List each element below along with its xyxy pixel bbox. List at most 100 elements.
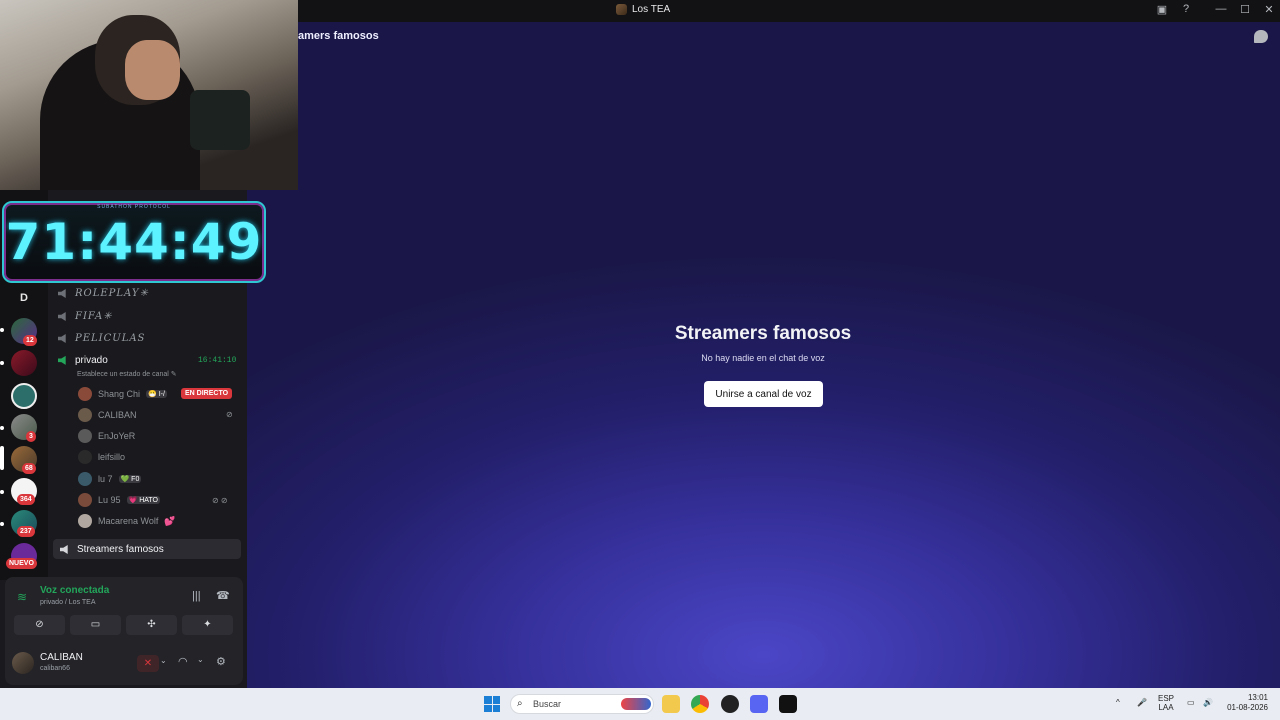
- voice-channel-subtitle: No hay nadie en el chat de voz: [701, 353, 825, 363]
- server-icon-3[interactable]: [11, 383, 37, 409]
- timer-caption: SUBATHON PROTOCOL: [97, 204, 171, 210]
- subathon-timer: SUBATHON PROTOCOL 71:44:49: [2, 201, 266, 283]
- file-explorer-icon[interactable]: [662, 695, 680, 713]
- close-button[interactable]: ✕: [1261, 3, 1277, 16]
- mention-badge: 3: [26, 431, 36, 442]
- avatar: [78, 472, 92, 486]
- signal-icon[interactable]: ≋: [17, 590, 27, 604]
- chat-icon[interactable]: [1254, 30, 1268, 43]
- chrome-icon[interactable]: [691, 695, 709, 713]
- chevron-up-icon[interactable]: ^: [1116, 698, 1120, 707]
- user-name: CALIBAN: [40, 652, 83, 663]
- channel-label: ROLEPLAY✳: [75, 288, 149, 299]
- unread-pip: [0, 426, 4, 430]
- member-name: lu 7: [98, 474, 113, 484]
- deafened-icon: ⊘: [226, 410, 233, 419]
- voice-member[interactable]: CALIBAN: [78, 407, 137, 423]
- unread-pip: [0, 328, 4, 332]
- member-name: leifsillo: [98, 452, 126, 462]
- taskbar-clock[interactable]: 13:01 01-08-2026: [1222, 693, 1268, 713]
- activities-button[interactable]: ✣: [126, 615, 177, 635]
- noise-suppression-icon[interactable]: |||: [192, 590, 201, 602]
- minimize-button[interactable]: —: [1213, 3, 1229, 15]
- server-d[interactable]: D: [12, 288, 36, 308]
- server-icon-2[interactable]: [11, 350, 37, 376]
- avatar: [78, 493, 92, 507]
- channel-label: PELICULAS: [75, 333, 146, 344]
- discord-icon[interactable]: [750, 695, 768, 713]
- member-name: EnJoYeR: [98, 431, 136, 441]
- chevron-down-icon[interactable]: ⌄: [160, 656, 167, 665]
- speaker-icon: [60, 545, 68, 554]
- voice-channel-roleplay[interactable]: ROLEPLAY✳: [58, 288, 149, 299]
- voice-location[interactable]: privado / Los TEA: [40, 599, 96, 606]
- member-name: Macarena Wolf: [98, 516, 159, 526]
- mention-badge: 12: [23, 335, 37, 346]
- screenshare-button[interactable]: ▭: [70, 615, 121, 635]
- muted-icon: ⊘ ⊘: [212, 496, 228, 505]
- selected-pip: [0, 446, 4, 470]
- taskbar-search[interactable]: ⌕ Buscar: [510, 694, 654, 714]
- voice-member[interactable]: leifsillo: [78, 449, 125, 465]
- voice-member[interactable]: Lu 95 💗 HATO: [78, 492, 160, 508]
- capcut-icon[interactable]: [779, 695, 797, 713]
- voice-member[interactable]: Shang Chi 😷 I-/: [78, 386, 167, 402]
- member-tag: 💚 F0: [118, 475, 142, 483]
- window-title: Los TEA: [616, 4, 670, 15]
- clock-date: 01-08-2026: [1227, 703, 1268, 712]
- settings-gear-icon[interactable]: ⚙: [216, 655, 226, 668]
- voice-member[interactable]: EnJoYeR: [78, 428, 135, 444]
- volume-icon[interactable]: 🔊: [1203, 698, 1213, 707]
- channel-timer: 16:41:10: [198, 356, 237, 365]
- speaker-icon: [58, 355, 66, 365]
- speaker-icon: [58, 312, 66, 321]
- microphone-icon[interactable]: 🎤: [1137, 698, 1147, 707]
- voice-member[interactable]: Macarena Wolf 💕: [78, 513, 176, 529]
- webcam-microphone: [190, 90, 250, 150]
- member-name: CALIBAN: [98, 410, 137, 420]
- speaker-icon: [58, 289, 66, 298]
- voice-channel-privado[interactable]: privado: [58, 355, 108, 366]
- channel-status[interactable]: Establece un estado de canal ✎: [77, 370, 177, 378]
- camera-button[interactable]: ⊘: [14, 615, 65, 635]
- language-indicator[interactable]: ESP LAA: [1158, 694, 1174, 712]
- channel-label: FIFA✳: [75, 311, 113, 322]
- maximize-button[interactable]: ☐: [1237, 3, 1253, 16]
- member-name: Lu 95: [98, 495, 121, 505]
- chevron-down-icon[interactable]: ⌄: [197, 655, 204, 664]
- user-tag: caliban66: [40, 665, 70, 672]
- webcam-face: [125, 40, 180, 100]
- channel-header-title: amers famosos: [298, 30, 379, 42]
- unread-pip: [0, 522, 4, 526]
- join-voice-button[interactable]: Unirse a canal de voz: [704, 381, 823, 407]
- voice-channel-fifa[interactable]: FIFA✳: [58, 311, 113, 322]
- help-icon[interactable]: ?: [1178, 3, 1194, 15]
- soundboard-button[interactable]: ✦: [182, 615, 233, 635]
- network-icon[interactable]: ▭: [1187, 698, 1195, 707]
- avatar: [78, 429, 92, 443]
- unread-pip: [0, 490, 4, 494]
- windows-start-icon[interactable]: [484, 696, 500, 712]
- channel-label: Streamers famosos: [77, 544, 164, 555]
- language-code: ESP: [1158, 694, 1175, 703]
- channel-label: privado: [75, 355, 108, 366]
- member-tag: 💕: [164, 515, 176, 526]
- language-layout: LAA: [1158, 703, 1174, 712]
- headphones-icon[interactable]: ◠: [178, 655, 188, 668]
- inbox-icon[interactable]: ▣: [1154, 3, 1170, 16]
- mention-badge: 68: [22, 463, 36, 474]
- avatar: [78, 387, 92, 401]
- avatar[interactable]: [12, 652, 34, 674]
- member-tag: 💗 HATO: [126, 496, 160, 504]
- voice-channel-peliculas[interactable]: PELICULAS: [58, 333, 145, 344]
- voice-status: Voz conectada: [40, 585, 110, 596]
- disconnect-icon[interactable]: ☎: [216, 589, 230, 602]
- voice-member[interactable]: lu 7 💚 F0: [78, 471, 142, 487]
- voice-channel-streamers-famosos[interactable]: Streamers famosos: [53, 539, 241, 559]
- mic-muted-button[interactable]: ✕: [137, 655, 159, 672]
- mention-badge: 364: [17, 494, 35, 505]
- obs-icon[interactable]: [721, 695, 739, 713]
- window-title-text: Los TEA: [632, 4, 671, 15]
- avatar: [78, 408, 92, 422]
- mention-badge: 237: [17, 526, 35, 537]
